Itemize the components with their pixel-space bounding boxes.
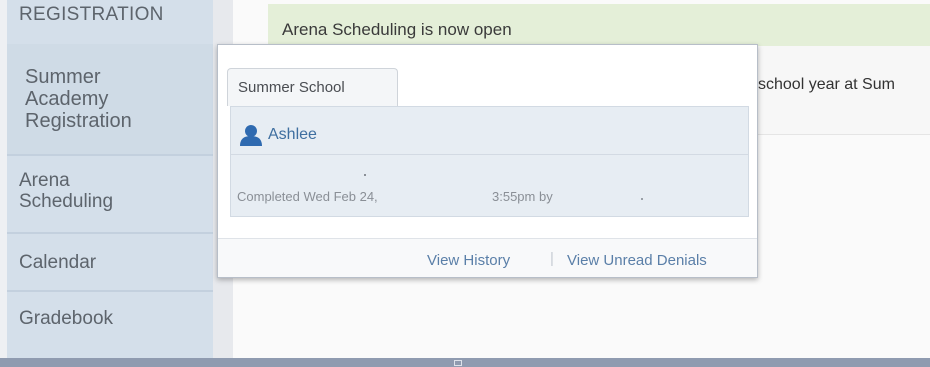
- sidebar-item-label-line: Summer: [25, 66, 101, 88]
- sidebar-item-label-line: Arena: [19, 170, 70, 191]
- tab-label: Summer School: [238, 79, 345, 96]
- sidebar-item-label-line: Registration: [25, 110, 132, 132]
- alert-card: Ashlee Completed Wed Feb 24, 3:55pm by: [230, 106, 749, 217]
- decorative-dot: [364, 174, 366, 176]
- sidebar-item-arena-scheduling[interactable]: Arena Scheduling: [7, 156, 213, 234]
- sidebar-item-label-line: Academy: [25, 88, 109, 110]
- popover-footer: View History | View Unread Denials: [218, 238, 757, 277]
- banner-text: Arena Scheduling is now open: [282, 20, 512, 39]
- user-icon: [240, 125, 262, 146]
- resize-handle[interactable]: [454, 360, 462, 366]
- user-name-link[interactable]: Ashlee: [268, 126, 317, 144]
- sidebar-item-label-line: Scheduling: [19, 191, 114, 212]
- sidebar-item-label: REGISTRATION: [19, 4, 164, 25]
- view-history-link[interactable]: View History: [427, 252, 510, 269]
- bottom-scrollbar[interactable]: [0, 358, 930, 367]
- sidebar-item-label: Calendar: [19, 252, 97, 273]
- tab-summer-school[interactable]: Summer School: [227, 68, 398, 106]
- sidebar-item-summer-academy-registration[interactable]: Summer Academy Registration: [7, 44, 213, 156]
- status-time-text: 3:55pm by: [492, 189, 553, 204]
- status-completed-text: Completed Wed Feb 24,: [237, 189, 378, 204]
- link-separator: |: [550, 250, 554, 267]
- card-divider: [231, 154, 748, 155]
- view-unread-denials-link[interactable]: View Unread Denials: [567, 252, 707, 269]
- message-text: school year at Sum: [758, 76, 895, 93]
- sidebar-item-label: Gradebook: [19, 308, 114, 329]
- decorative-dot: [641, 198, 643, 200]
- sidebar-item-calendar[interactable]: Calendar: [7, 234, 213, 292]
- sidebar: REGISTRATION Summer Academy Registration…: [7, 0, 213, 358]
- announcement-banner: Arena Scheduling is now open: [268, 4, 930, 47]
- sidebar-item-registration[interactable]: REGISTRATION: [7, 0, 213, 44]
- process-alerts-popover: Summer School Ashlee Completed Wed Feb 2…: [217, 44, 758, 278]
- sidebar-item-gradebook[interactable]: Gradebook: [7, 292, 213, 350]
